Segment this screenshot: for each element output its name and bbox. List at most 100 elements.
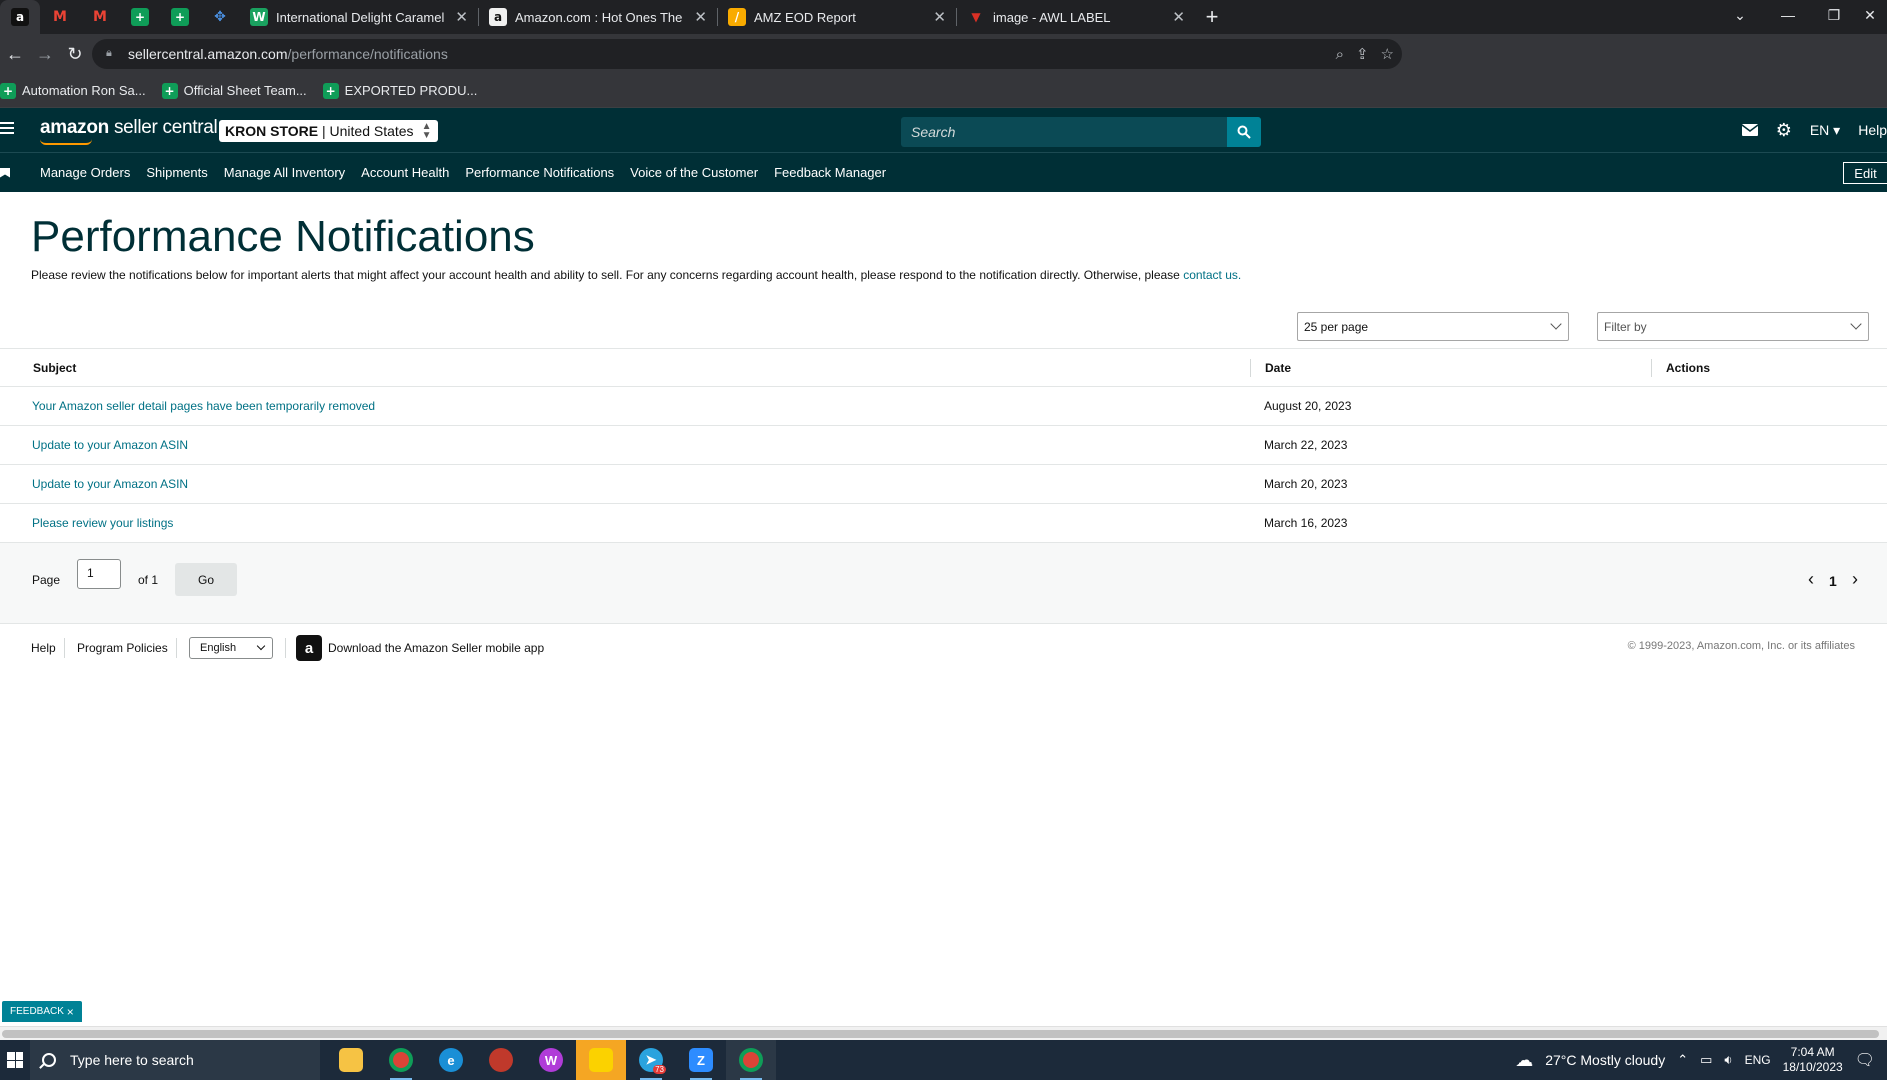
previous-page-icon[interactable]: ‹ (1808, 569, 1814, 590)
zoom-taskbar-icon[interactable]: Z (676, 1040, 726, 1080)
browser-tab[interactable]: W International Delight Caramel M ✕ (240, 0, 478, 34)
notification-subject-link[interactable]: Your Amazon seller detail pages have bee… (32, 399, 375, 413)
minimize-icon[interactable]: — (1765, 0, 1811, 30)
url-bar[interactable]: 🔒︎ sellercentral.amazon.com/performance/… (92, 39, 1402, 69)
seller-central-header: amazon seller central KRON STORE | Unite… (0, 108, 1887, 152)
language-indicator[interactable]: ENG (1745, 1053, 1771, 1067)
notification-icon[interactable]: 🗨︎ (1855, 1050, 1875, 1070)
download-app-link[interactable]: Download the Amazon Seller mobile app (328, 641, 544, 655)
edge-taskbar-icon[interactable]: e (426, 1040, 476, 1080)
per-page-select[interactable]: 25 per page (1297, 312, 1569, 341)
sheets-icon: + (161, 82, 178, 99)
close-icon[interactable]: ✕ (455, 8, 468, 26)
wps-icon: W (539, 1048, 563, 1072)
pinned-tab-gmail[interactable]: M (80, 0, 120, 34)
restore-icon[interactable]: ❐ (1811, 0, 1857, 30)
close-icon[interactable]: ✕ (1172, 8, 1185, 26)
notification-date: March 20, 2023 (1264, 477, 1348, 491)
search-input[interactable]: Search (901, 117, 1261, 147)
search-button[interactable] (1227, 117, 1261, 147)
language-label: EN (1809, 121, 1830, 138)
store-selector[interactable]: KRON STORE | United States ▲ ▼ (219, 120, 438, 142)
pinned-tab-sheets[interactable]: + (120, 0, 160, 34)
help-link[interactable]: Help (1858, 122, 1887, 138)
contact-us-link[interactable]: contact us. (1183, 268, 1241, 282)
new-tab-button[interactable]: + (1195, 0, 1229, 34)
wps-taskbar-icon[interactable]: W (526, 1040, 576, 1080)
close-window-icon[interactable]: ✕ (1853, 0, 1887, 30)
weather-text[interactable]: 27°C Mostly cloudy (1545, 1052, 1665, 1068)
close-icon[interactable]: ✕ (933, 8, 946, 26)
tab-search-icon[interactable]: ⌄ (1717, 0, 1763, 30)
horizontal-scrollbar[interactable] (0, 1026, 1887, 1040)
pinned-tab-amazon[interactable]: a (0, 0, 40, 34)
chrome-profile-taskbar-icon[interactable] (726, 1040, 776, 1080)
pinned-tab-gmail[interactable]: M (40, 0, 80, 34)
forward-icon[interactable]: → (30, 39, 60, 69)
clock-date: 18/10/2023 (1782, 1060, 1843, 1074)
lock-icon: 🔒︎ (106, 47, 112, 59)
notification-date: August 20, 2023 (1264, 399, 1352, 413)
sticky-notes-taskbar-icon[interactable] (576, 1040, 626, 1080)
dropbox-icon: ✥ (214, 9, 226, 25)
notification-subject-link[interactable]: Update to your Amazon ASIN (32, 438, 188, 452)
notification-subject-link[interactable]: Please review your listings (32, 516, 173, 530)
bookmark-item[interactable]: + Automation Ron Sa... (0, 82, 146, 99)
amazon-seller-central-logo[interactable]: amazon seller central (40, 117, 218, 145)
edit-nav-button[interactable]: Edit (1843, 162, 1887, 184)
bookmark-item[interactable]: + Official Sheet Team... (161, 82, 307, 99)
scrollbar-thumb[interactable] (2, 1030, 1879, 1038)
bookmark-icon[interactable] (0, 167, 10, 178)
nav-item-shipments[interactable]: Shipments (146, 165, 207, 180)
nav-item-manage-orders[interactable]: Manage Orders (40, 165, 130, 180)
bookmark-item[interactable]: + EXPORTED PRODU... (322, 82, 477, 99)
back-icon[interactable]: ← (0, 39, 30, 69)
filter-select[interactable]: Filter by (1597, 312, 1869, 341)
amazon-icon: a (489, 8, 507, 26)
nav-item-account-health[interactable]: Account Health (361, 165, 449, 180)
nav-item-feedback-manager[interactable]: Feedback Manager (774, 165, 886, 180)
cloud-icon[interactable]: ☁ (1515, 1050, 1533, 1071)
mail-icon[interactable] (1741, 124, 1758, 136)
notification-subject-link[interactable]: Update to your Amazon ASIN (32, 477, 188, 491)
nav-item-voice-of-the-customer[interactable]: Voice of the Customer (630, 165, 758, 180)
star-icon[interactable]: ☆ (1381, 45, 1394, 63)
reload-icon[interactable]: ↻ (60, 39, 90, 69)
chrome-taskbar-icon[interactable] (376, 1040, 426, 1080)
file-explorer-icon[interactable] (326, 1040, 376, 1080)
clock[interactable]: 7:04 AM 18/10/2023 (1783, 1045, 1843, 1075)
footer-language-select[interactable]: English (189, 637, 273, 659)
pinned-tab-dropbox[interactable]: ✥ (200, 0, 240, 34)
footer-divider (285, 638, 286, 658)
amazon-seller-app-icon[interactable]: a (296, 635, 322, 661)
browser-tab[interactable]: ▼ image - AWL LABEL ✕ (957, 0, 1195, 34)
go-button[interactable]: Go (175, 563, 237, 596)
hamburger-menu-icon[interactable] (0, 122, 14, 136)
language-selector[interactable]: EN ▾ (1810, 122, 1840, 139)
telegram-taskbar-icon[interactable]: ➤ 73 (626, 1040, 676, 1080)
browser-tab[interactable]: a Amazon.com : Hot Ones The La ✕ (479, 0, 717, 34)
close-icon[interactable]: × (67, 1005, 74, 1019)
amazon-smile-icon (40, 139, 92, 145)
close-icon[interactable]: ✕ (694, 8, 707, 26)
share-icon[interactable]: ⇪ (1356, 45, 1369, 63)
column-header-date[interactable]: Date (1265, 361, 1291, 375)
browser-tab[interactable]: / AMZ EOD Report ✕ (718, 0, 956, 34)
page-number-input[interactable]: 1 (77, 559, 121, 589)
nav-item-performance-notifications[interactable]: Performance Notifications (465, 165, 614, 180)
column-header-subject[interactable]: Subject (33, 361, 76, 375)
program-policies-link[interactable]: Program Policies (77, 641, 168, 655)
zoom-icon[interactable]: ⌕ (1336, 46, 1344, 63)
chevron-up-icon[interactable]: ⌃ (1677, 1052, 1688, 1068)
gear-icon[interactable]: ⚙ (1776, 120, 1792, 141)
taskbar-search-box[interactable]: Type here to search (30, 1040, 320, 1080)
start-button[interactable] (0, 1040, 30, 1080)
network-icon[interactable]: ▭ (1700, 1052, 1712, 1068)
pinned-tab-sheets[interactable]: + (160, 0, 200, 34)
next-page-icon[interactable]: › (1852, 569, 1858, 590)
volume-icon[interactable]: 🔉︎ (1724, 1052, 1732, 1068)
app-taskbar-icon[interactable] (476, 1040, 526, 1080)
nav-item-manage-all-inventory[interactable]: Manage All Inventory (224, 165, 345, 180)
footer-help-link[interactable]: Help (31, 641, 56, 655)
feedback-button[interactable]: FEEDBACK × (2, 1001, 82, 1022)
